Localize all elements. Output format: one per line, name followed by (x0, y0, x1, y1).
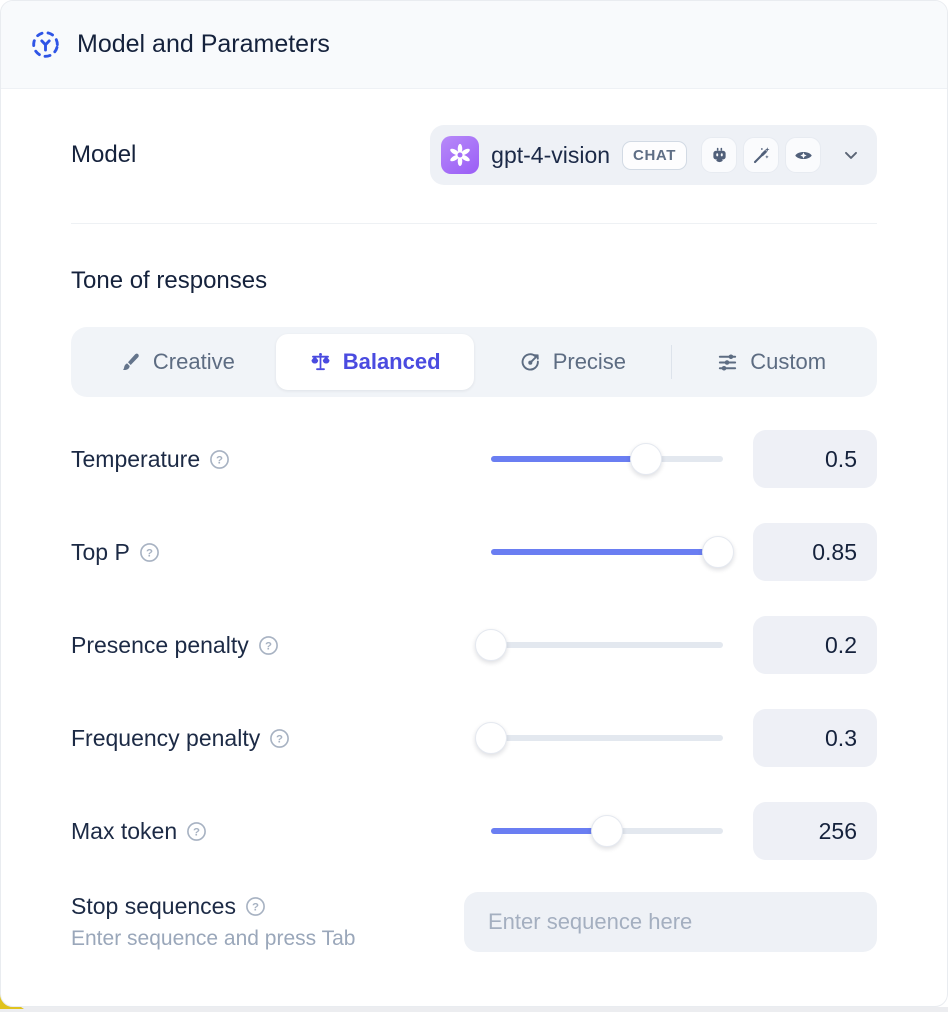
presence-penalty-slider[interactable] (491, 628, 723, 662)
param-row-frequency-penalty: Frequency penalty ? 0.3 (71, 709, 877, 767)
param-label-text: Max token (71, 818, 177, 845)
selected-model-name: gpt-4-vision (491, 142, 610, 169)
stop-sequences-label-text: Stop sequences (71, 893, 236, 920)
tone-heading: Tone of responses (71, 267, 877, 295)
tab-custom[interactable]: Custom (672, 334, 870, 390)
tab-balanced[interactable]: Balanced (276, 334, 474, 390)
frequency-penalty-slider[interactable] (491, 721, 723, 755)
section-divider (71, 223, 877, 224)
param-label: Frequency penalty ? (71, 725, 491, 752)
param-label-text: Presence penalty (71, 632, 249, 659)
magic-wand-icon[interactable] (743, 137, 779, 173)
svg-text:?: ? (146, 547, 153, 559)
help-icon[interactable]: ? (245, 896, 266, 917)
slider-thumb[interactable] (630, 443, 662, 475)
svg-text:?: ? (216, 454, 223, 466)
param-row-max-token: Max token ? 256 (71, 802, 877, 860)
svg-text:?: ? (193, 826, 200, 838)
chevron-down-icon[interactable] (841, 145, 861, 165)
tab-label: Balanced (343, 349, 441, 375)
param-label-text: Top P (71, 539, 130, 566)
stop-sequence-input[interactable] (464, 892, 877, 952)
tab-precise[interactable]: Precise (474, 334, 672, 390)
param-label: Temperature ? (71, 446, 491, 473)
stop-sequences-hint: Enter sequence and press Tab (71, 927, 464, 951)
tab-label: Creative (153, 349, 235, 375)
tone-tab-bar: Creative Balanced (71, 327, 877, 397)
param-label: Max token ? (71, 818, 491, 845)
help-icon[interactable]: ? (186, 821, 207, 842)
stop-sequences-row: Stop sequences ? Enter sequence and pres… (71, 892, 877, 952)
param-row-presence-penalty: Presence penalty ? 0.2 (71, 616, 877, 674)
page-bottom-strip (0, 1007, 948, 1012)
slider-thumb[interactable] (475, 629, 507, 661)
model-hub-icon (29, 28, 62, 61)
param-label: Presence penalty ? (71, 632, 491, 659)
slider-thumb[interactable] (475, 722, 507, 754)
top-p-slider[interactable] (491, 535, 723, 569)
temperature-slider[interactable] (491, 442, 723, 476)
model-label: Model (71, 141, 136, 169)
frequency-penalty-value[interactable]: 0.3 (753, 709, 877, 767)
tab-label: Custom (750, 349, 826, 375)
paintbrush-icon (119, 351, 142, 374)
panel-title: Model and Parameters (77, 30, 330, 59)
top-p-value[interactable]: 0.85 (753, 523, 877, 581)
model-row: Model gpt-4-vis (71, 125, 877, 185)
help-icon[interactable]: ? (258, 635, 279, 656)
panel-header: Model and Parameters (1, 1, 947, 89)
tab-creative[interactable]: Creative (78, 334, 276, 390)
target-arrow-icon (519, 351, 542, 374)
presence-penalty-value[interactable]: 0.2 (753, 616, 877, 674)
stop-sequences-label: Stop sequences ? (71, 893, 464, 920)
openai-logo-icon (441, 136, 479, 174)
max-token-value[interactable]: 256 (753, 802, 877, 860)
param-label-text: Temperature (71, 446, 200, 473)
temperature-value[interactable]: 0.5 (753, 430, 877, 488)
param-row-temperature: Temperature ? 0.5 (71, 430, 877, 488)
svg-text:?: ? (252, 902, 259, 914)
param-label: Top P ? (71, 539, 491, 566)
svg-text:?: ? (265, 640, 272, 652)
param-label-text: Frequency penalty (71, 725, 260, 752)
help-icon[interactable]: ? (209, 449, 230, 470)
slider-thumb[interactable] (591, 815, 623, 847)
model-parameters-panel: Model and Parameters Model (0, 0, 948, 1007)
help-icon[interactable]: ? (139, 542, 160, 563)
param-row-top-p: Top P ? 0.85 (71, 523, 877, 581)
balance-scale-icon (309, 351, 332, 374)
svg-text:?: ? (276, 733, 283, 745)
model-type-badge: CHAT (622, 141, 687, 170)
slider-thumb[interactable] (702, 536, 734, 568)
max-token-slider[interactable] (491, 814, 723, 848)
sliders-icon (716, 351, 739, 374)
robot-icon[interactable] (701, 137, 737, 173)
model-select-dropdown[interactable]: gpt-4-vision CHAT (430, 125, 877, 185)
help-icon[interactable]: ? (269, 728, 290, 749)
vision-eye-icon[interactable] (785, 137, 821, 173)
model-capability-chips (701, 137, 821, 173)
tab-label: Precise (553, 349, 626, 375)
